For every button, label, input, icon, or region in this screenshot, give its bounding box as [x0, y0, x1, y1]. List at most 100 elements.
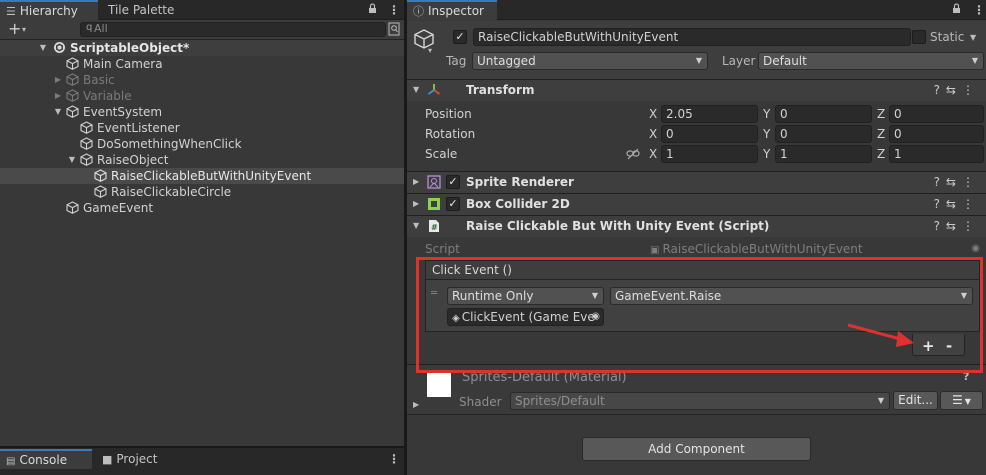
- scale-z-label[interactable]: Z: [877, 147, 885, 161]
- position-z-field[interactable]: 0: [889, 105, 984, 123]
- sprite-renderer-icon: [427, 175, 441, 189]
- folder-icon: ■: [102, 453, 113, 466]
- static-dropdown-arrow-icon[interactable]: ▼: [970, 33, 976, 42]
- gameobject-cube-icon: [66, 57, 79, 70]
- tree-item-scene-root[interactable]: ▼ ScriptableObject*: [0, 40, 404, 56]
- inspector-panel: ⓘ Inspector ⋮ ▾ ✓ RaiseClickableButWithUn…: [407, 0, 986, 475]
- collapse-arrow-icon[interactable]: ▶: [413, 199, 419, 208]
- scene-search-icon[interactable]: [388, 22, 400, 36]
- shader-edit-button[interactable]: Edit...: [893, 391, 938, 410]
- position-z-label[interactable]: Z: [877, 107, 885, 121]
- rotation-y-label[interactable]: Y: [763, 127, 770, 141]
- create-arrow-icon[interactable]: ▾: [22, 25, 26, 34]
- layer-dropdown[interactable]: Default ▼: [758, 52, 984, 70]
- search-placeholder: All: [94, 22, 108, 35]
- component-menu-icons[interactable]: ?⇆⋮: [934, 197, 980, 211]
- create-button[interactable]: +: [8, 20, 21, 38]
- expand-arrow-icon[interactable]: ▼: [53, 104, 63, 120]
- transform-title: Transform: [466, 83, 535, 97]
- expand-arrow-icon[interactable]: ▼: [413, 85, 419, 94]
- hierarchy-search-input[interactable]: q All: [80, 22, 386, 37]
- tree-item-eventsystem[interactable]: ▼ EventSystem: [0, 104, 404, 120]
- add-component-button[interactable]: Add Component: [582, 437, 811, 461]
- box-collider-header[interactable]: ▶ ✓ Box Collider 2D ?⇆⋮: [407, 193, 986, 215]
- more-menu-icon[interactable]: ⋮: [973, 0, 985, 20]
- tree-item-basic[interactable]: ▶ Basic: [0, 72, 404, 88]
- sprite-renderer-header[interactable]: ▶ ✓ Sprite Renderer ?⇆⋮: [407, 171, 986, 193]
- tree-item-variable[interactable]: ▶ Variable: [0, 88, 404, 104]
- scale-label: Scale: [425, 147, 458, 161]
- tag-dropdown[interactable]: Untagged ▼: [472, 52, 708, 70]
- tab-tile-palette[interactable]: Tile Palette: [102, 0, 180, 20]
- material-preview-swatch: [427, 373, 451, 397]
- position-y-label[interactable]: Y: [763, 107, 770, 121]
- component-menu-icons[interactable]: ?⇆⋮: [934, 175, 980, 189]
- tree-item-eventlistener[interactable]: EventListener: [0, 120, 404, 136]
- more-menu-icon[interactable]: ⋮: [388, 0, 400, 20]
- tree-item-dosomethingwhenclick[interactable]: DoSomethingWhenClick: [0, 136, 404, 152]
- transform-header[interactable]: ▼ Transform ?⇆⋮: [407, 79, 986, 101]
- scale-y-label[interactable]: Y: [763, 147, 770, 161]
- tree-item-raiseobject[interactable]: ▼ RaiseObject: [0, 152, 404, 168]
- chevron-down-icon: ▼: [695, 56, 702, 65]
- component-menu-icons[interactable]: ?⇆⋮: [934, 83, 980, 97]
- collapse-arrow-icon[interactable]: ▶: [53, 88, 63, 104]
- tree-item-gameevent[interactable]: GameEvent: [0, 200, 404, 216]
- tab-tile-palette-label: Tile Palette: [108, 3, 175, 17]
- expand-arrow-icon[interactable]: ▼: [67, 152, 77, 168]
- expand-arrow-icon[interactable]: ▼: [413, 221, 419, 230]
- gameobject-active-checkbox[interactable]: ✓: [453, 30, 467, 44]
- tab-inspector[interactable]: ⓘ Inspector: [407, 0, 497, 20]
- shader-dropdown[interactable]: Sprites/Default ▼: [510, 392, 890, 410]
- position-x-label[interactable]: X: [649, 107, 657, 121]
- script-component-header[interactable]: ▼ # Raise Clickable But With Unity Event…: [407, 215, 986, 237]
- tree-item-main-camera[interactable]: Main Camera: [0, 56, 404, 72]
- lock-icon[interactable]: [368, 0, 377, 20]
- highlight-box: [416, 257, 983, 373]
- rotation-z-label[interactable]: Z: [877, 127, 885, 141]
- hierarchy-tabbar: ☰ Hierarchy Tile Palette ⋮: [0, 0, 404, 20]
- tab-console[interactable]: ▤ Console: [0, 449, 92, 469]
- rotation-z-field[interactable]: 0: [889, 125, 984, 143]
- tab-console-label: Console: [19, 453, 68, 467]
- rotation-y-field[interactable]: 0: [775, 125, 872, 143]
- position-y-field[interactable]: 0: [775, 105, 872, 123]
- scale-x-field[interactable]: 1: [661, 145, 758, 163]
- scale-x-label[interactable]: X: [649, 147, 657, 161]
- hierarchy-panel: ☰ Hierarchy Tile Palette ⋮ + ▾ q All ▼ Sc…: [0, 0, 404, 446]
- tag-label: Tag: [446, 54, 467, 68]
- position-x-field[interactable]: 2.05: [661, 105, 758, 123]
- tree-item-label: GameEvent: [83, 201, 154, 215]
- component-menu-icons[interactable]: ?⇆⋮: [934, 219, 980, 233]
- tree-item-label: Main Camera: [83, 57, 163, 71]
- rotation-x-field[interactable]: 0: [661, 125, 758, 143]
- lock-icon[interactable]: [952, 0, 961, 20]
- static-checkbox[interactable]: [912, 30, 926, 44]
- rotation-x-label[interactable]: X: [649, 127, 657, 141]
- shader-options-button[interactable]: ☰ ▼: [940, 391, 983, 410]
- constrain-proportions-icon[interactable]: [626, 148, 640, 160]
- search-icon: q: [86, 22, 93, 33]
- tab-project[interactable]: ■ Project: [96, 449, 163, 469]
- sprite-renderer-enabled-checkbox[interactable]: ✓: [446, 175, 460, 189]
- chevron-down-icon: ▼: [971, 56, 978, 65]
- collapse-arrow-icon[interactable]: ▶: [413, 177, 419, 186]
- svg-text:#: #: [431, 223, 438, 232]
- collapse-arrow-icon[interactable]: ▶: [53, 72, 63, 88]
- gameobject-cube-icon: [66, 73, 79, 86]
- tree-item-label: RaiseClickableCircle: [111, 185, 232, 199]
- transform-icon: [427, 84, 441, 95]
- scale-y-field[interactable]: 1: [775, 145, 872, 163]
- box-collider-enabled-checkbox[interactable]: ✓: [446, 197, 460, 211]
- tree-item-raiseclickablebutwithunityevent[interactable]: RaiseClickableButWithUnityEvent: [0, 168, 404, 184]
- gameobject-name-field[interactable]: RaiseClickableButWithUnityEvent: [473, 28, 911, 46]
- tree-item-raiseclickablecircle[interactable]: RaiseClickableCircle: [0, 184, 404, 200]
- gameobject-cube-icon: [80, 137, 93, 150]
- tab-hierarchy[interactable]: ☰ Hierarchy: [0, 0, 98, 20]
- more-menu-icon[interactable]: ⋮: [388, 449, 400, 469]
- shader-value: Sprites/Default: [515, 394, 605, 408]
- material-fold-arrow-icon[interactable]: ▶: [413, 400, 419, 409]
- scale-z-field[interactable]: 1: [889, 145, 984, 163]
- expand-arrow-icon[interactable]: ▼: [38, 40, 48, 56]
- icon-dropdown-arrow-icon[interactable]: ▾: [428, 46, 432, 55]
